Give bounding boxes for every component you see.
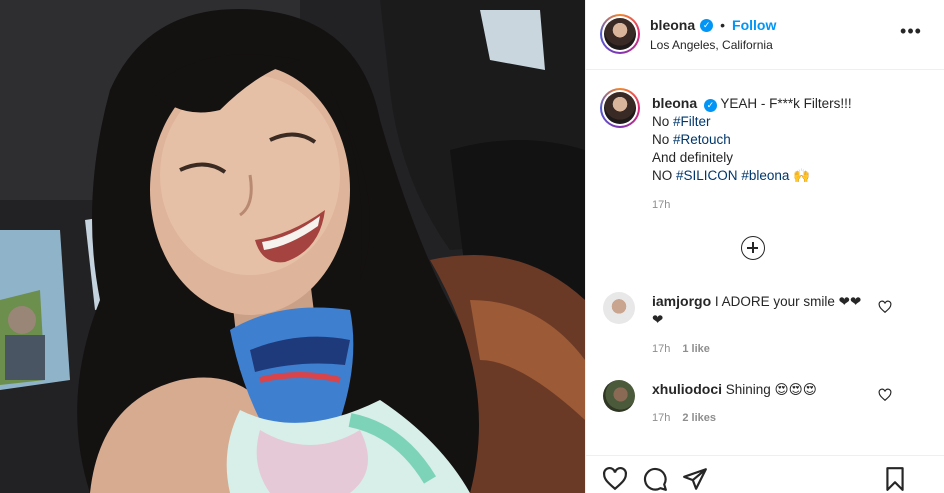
comment-meta: 17h 2 likes — [652, 412, 716, 424]
more-options-icon[interactable]: ••• — [899, 22, 923, 46]
commenter-avatar[interactable] — [603, 380, 635, 412]
commenter-avatar[interactable] — [603, 292, 635, 324]
caption-avatar[interactable] — [600, 88, 640, 128]
verified-badge-icon: ✓ — [703, 99, 717, 112]
commenter-username[interactable]: iamjorgo — [652, 293, 711, 309]
caption-line: No — [652, 114, 674, 129]
hashtag-link[interactable]: #Retouch — [673, 132, 731, 147]
caption-line: And definitely — [652, 150, 734, 165]
comment-timestamp[interactable]: 17h — [652, 343, 670, 355]
caption-username[interactable]: bleona — [652, 95, 697, 111]
commenter-username[interactable]: xhuliodoci — [652, 381, 722, 397]
comment-timestamp[interactable]: 17h — [652, 412, 670, 424]
caption-timestamp[interactable]: 17h — [652, 199, 670, 211]
bookmark-icon[interactable] — [882, 466, 908, 492]
post-location[interactable]: Los Angeles, California — [650, 38, 773, 52]
share-icon[interactable] — [682, 466, 708, 492]
post-photo[interactable] — [0, 0, 585, 493]
post-header: bleona ✓ • Follow Los Angeles, Californi… — [586, 0, 944, 70]
comment-text-block: xhuliodoci Shining 😍😍😍 — [652, 380, 872, 399]
comment-likes[interactable]: 2 likes — [682, 412, 716, 424]
comment-icon[interactable] — [642, 466, 668, 492]
verified-badge-icon: ✓ — [700, 18, 714, 32]
heart-icon[interactable] — [602, 466, 628, 492]
load-more-comments-icon[interactable] — [741, 236, 765, 260]
caption-line: YEAH - F***k Filters!!! — [720, 96, 852, 111]
author-avatar[interactable] — [600, 14, 640, 54]
post-actions-bar — [586, 455, 944, 493]
author-username[interactable]: bleona — [650, 17, 695, 33]
hashtag-link[interactable]: #Filter — [673, 114, 711, 129]
hashtag-link[interactable]: #bleona — [741, 168, 789, 183]
comment-text-block: iamjorgo I ADORE your smile ❤❤ ❤ — [652, 292, 872, 329]
selfie-image — [0, 0, 585, 493]
comment-meta: 17h 1 like — [652, 343, 710, 355]
follow-button[interactable]: Follow — [732, 17, 776, 33]
hashtag-link[interactable]: #SILICON — [676, 168, 738, 183]
heart-icon[interactable] — [878, 388, 892, 402]
author-line: bleona ✓ • Follow — [650, 17, 776, 33]
post-details-panel: bleona ✓ • Follow Los Angeles, Californi… — [585, 0, 944, 493]
caption-line: No — [652, 132, 674, 147]
caption-text: bleona ✓ YEAH - F***k Filters!!! No #Fil… — [652, 94, 922, 185]
comment-text: Shining 😍😍😍 — [725, 382, 817, 397]
separator-dot: • — [720, 17, 726, 33]
caption-emoji: 🙌 — [789, 168, 810, 183]
comment-likes[interactable]: 1 like — [682, 343, 710, 355]
caption-line: NO — [652, 168, 677, 183]
heart-icon[interactable] — [878, 300, 892, 314]
